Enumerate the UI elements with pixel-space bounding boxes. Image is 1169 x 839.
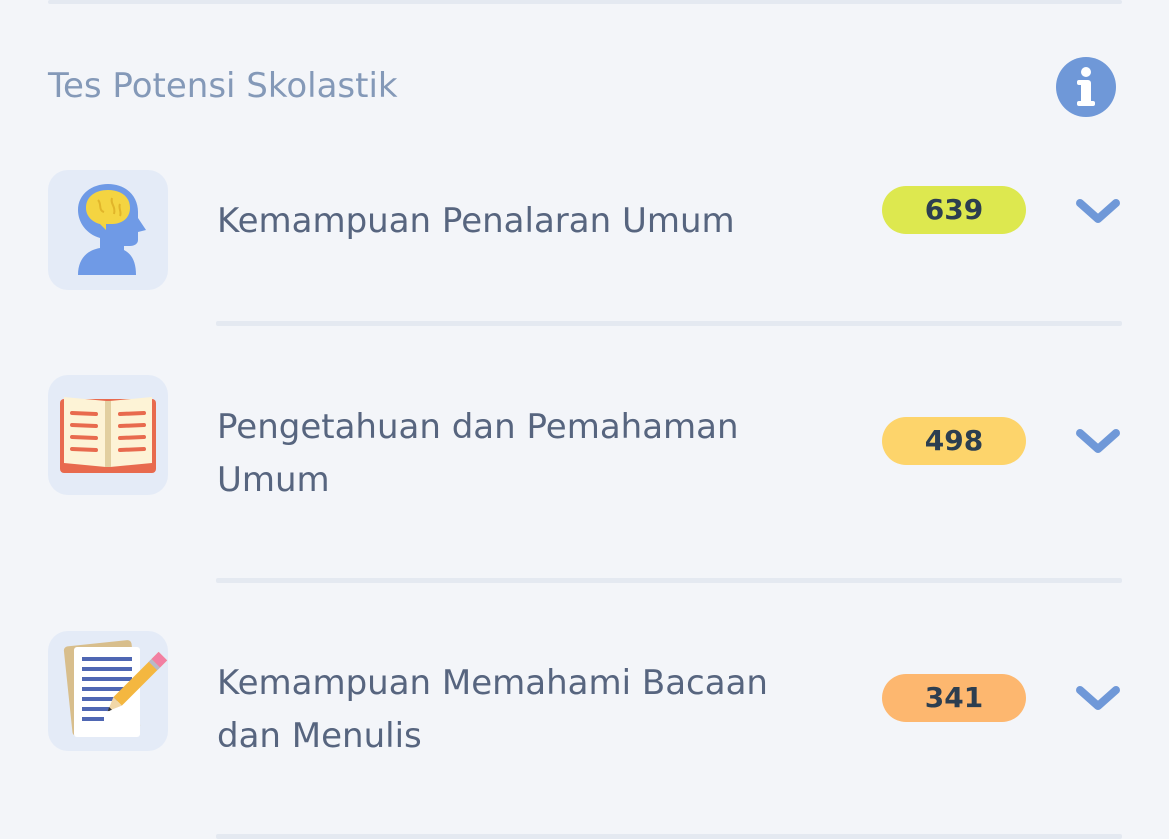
row-divider	[216, 834, 1122, 839]
subtest-row-bacaan-menulis[interactable]: Kemampuan Memahami Bacaan dan Menulis 34…	[0, 585, 1169, 839]
expand-chevron-button[interactable]	[1074, 425, 1122, 459]
score-badge: 341	[882, 674, 1026, 722]
chevron-down-icon	[1076, 199, 1120, 223]
icon-tile	[48, 170, 168, 290]
icon-tile	[48, 631, 168, 751]
subtest-row-penalaran-umum[interactable]: Kemampuan Penalaran Umum 639	[0, 0, 1169, 330]
chevron-down-icon	[1076, 429, 1120, 453]
chevron-down-icon	[1076, 686, 1120, 710]
row-divider	[216, 578, 1122, 583]
subtest-row-pengetahuan-umum[interactable]: Pengetahuan dan Pemahaman Umum 498	[0, 330, 1169, 585]
row-divider	[216, 321, 1122, 326]
icon-tile	[48, 375, 168, 495]
document-pencil-icon	[63, 640, 168, 737]
score-badge: 498	[882, 417, 1026, 465]
brain-head-icon	[78, 184, 146, 275]
subtest-label: Pengetahuan dan Pemahaman Umum	[217, 407, 739, 500]
expand-chevron-button[interactable]	[1074, 682, 1122, 716]
score-badge: 639	[882, 186, 1026, 234]
subtest-label: Kemampuan Penalaran Umum	[217, 201, 735, 241]
open-book-icon	[60, 397, 156, 473]
subtest-label: Kemampuan Memahami Bacaan dan Menulis	[217, 663, 768, 756]
expand-chevron-button[interactable]	[1074, 195, 1122, 229]
